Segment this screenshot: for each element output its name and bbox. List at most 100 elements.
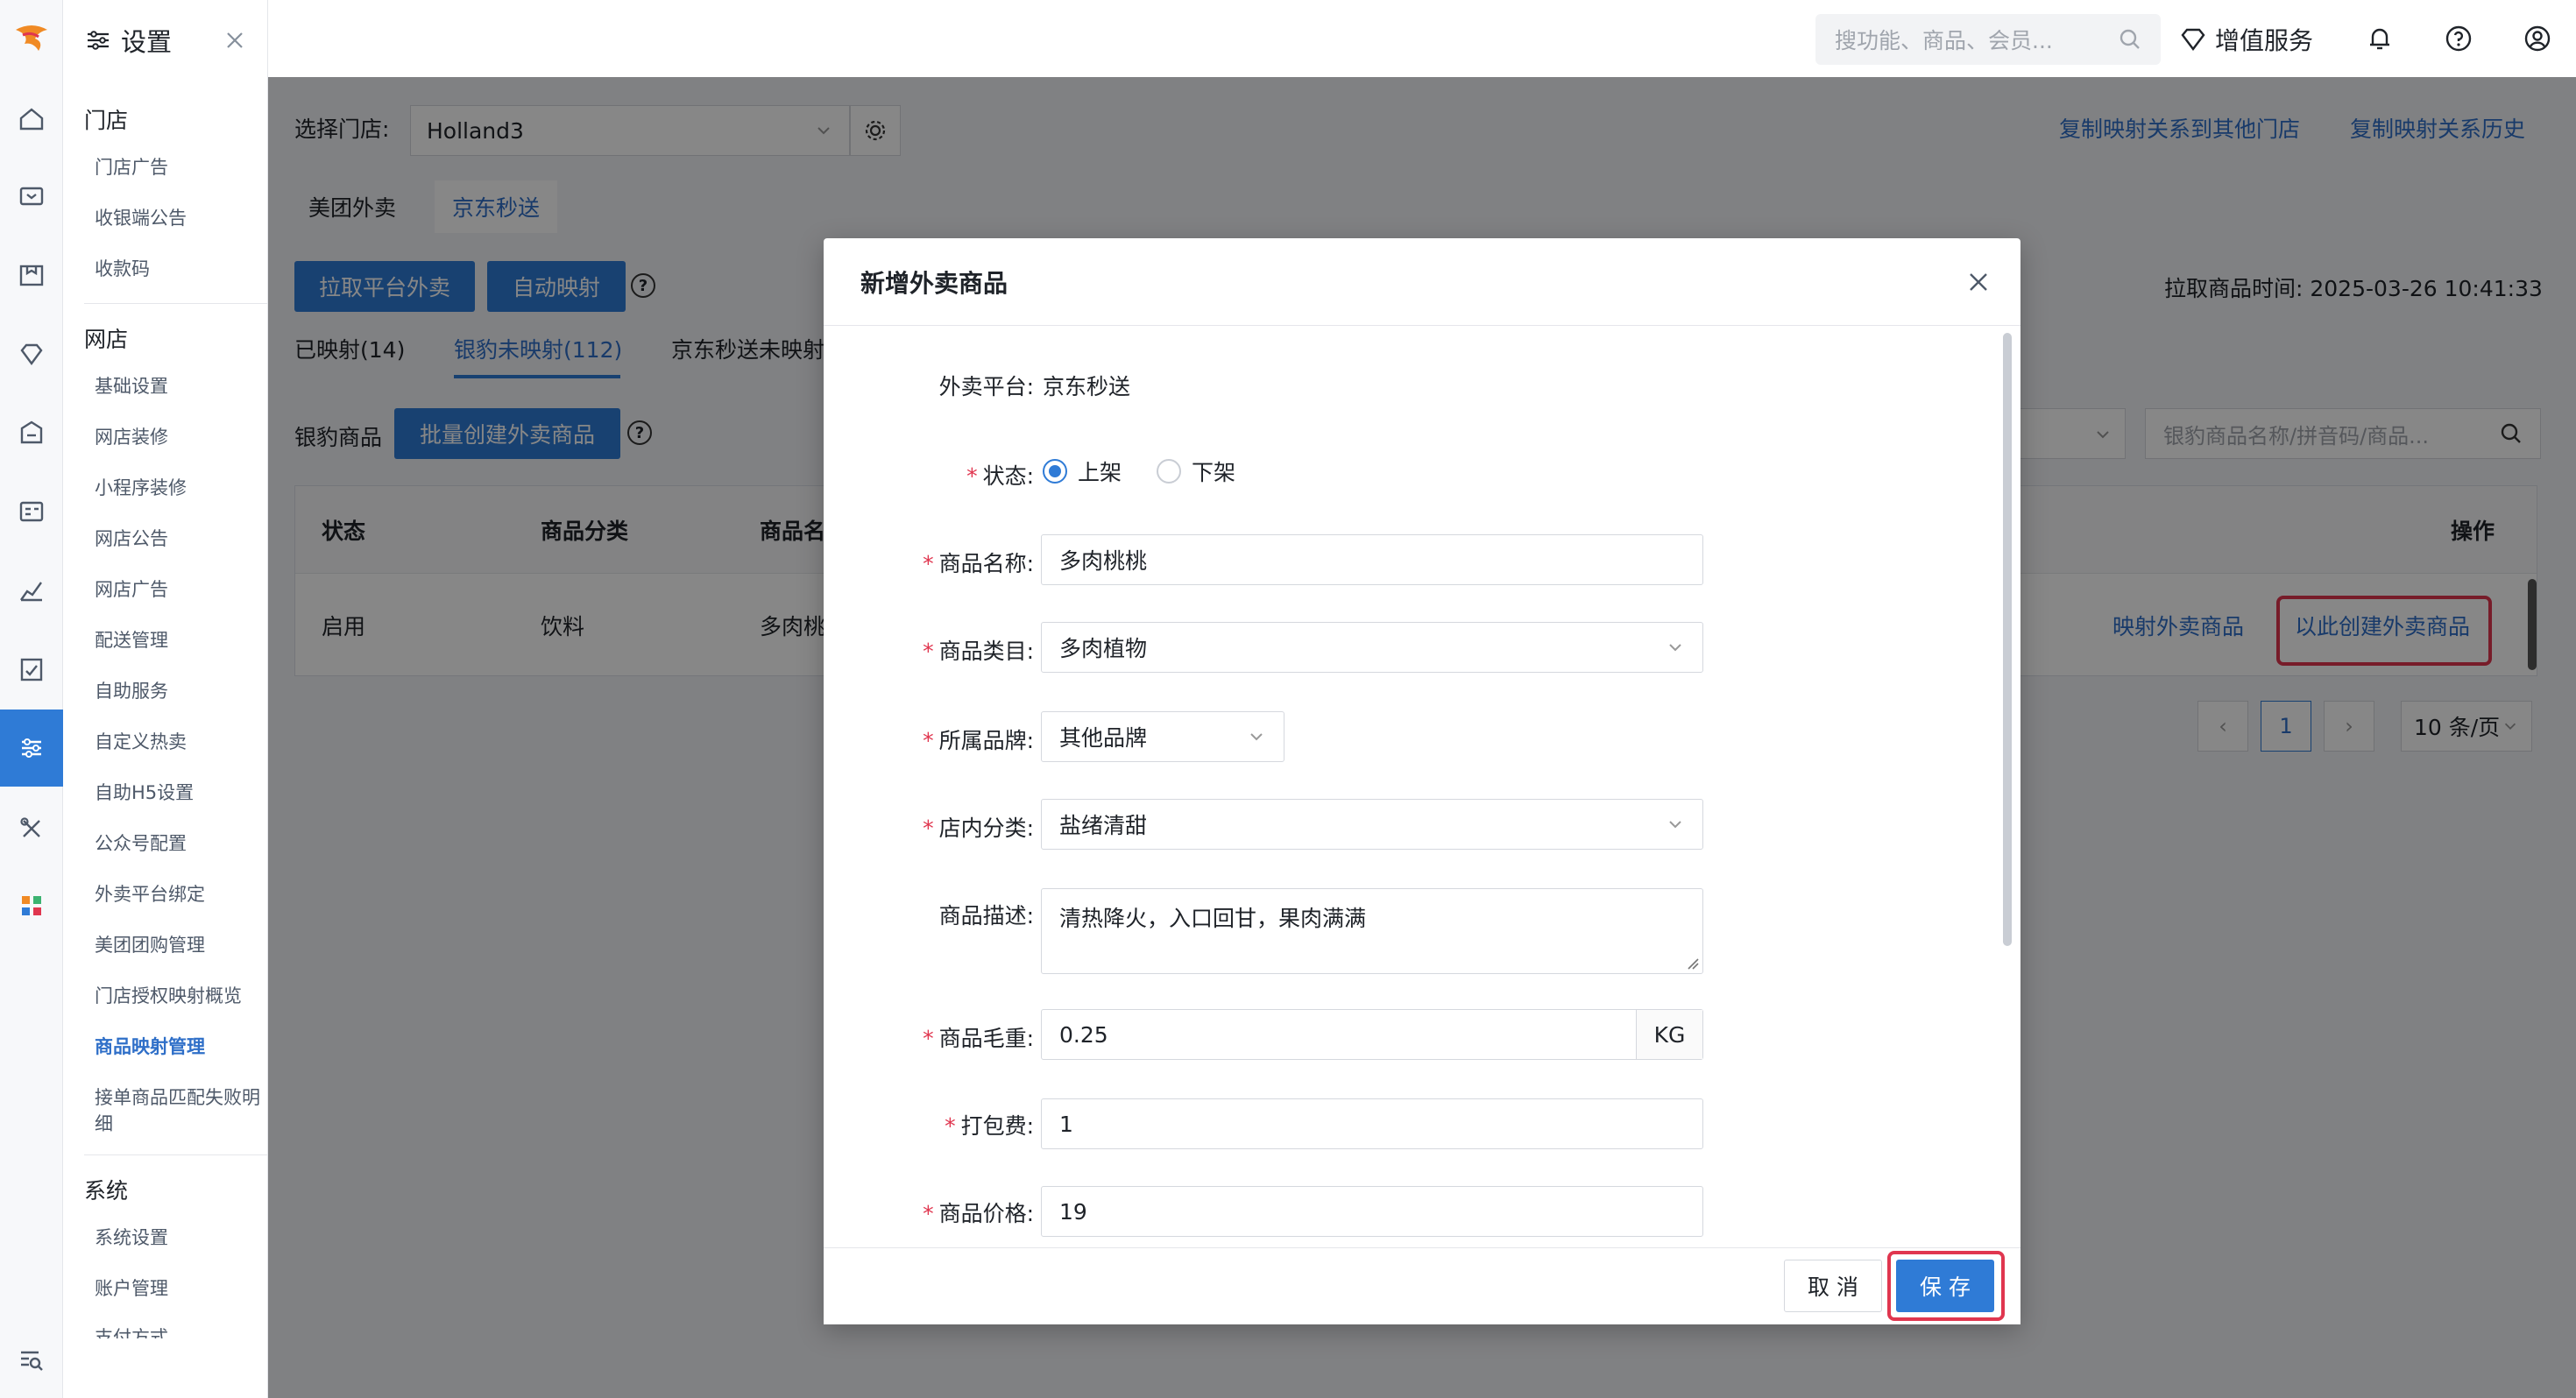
goods-desc-textarea[interactable]: 清热降火，入口回甘，果肉满满: [1041, 888, 1703, 974]
sidebar-item-payment-method[interactable]: 支付方式: [95, 1324, 261, 1338]
global-search-placeholder: 搜功能、商品、会员...: [1835, 28, 2053, 53]
status-option-on[interactable]: 上架: [1078, 455, 1122, 487]
pack-fee-label-text: 打包费:: [960, 1113, 1034, 1139]
weight-input[interactable]: 0.25 KG: [1041, 1009, 1703, 1060]
modal-scroll-thumb[interactable]: [2003, 333, 2012, 946]
sidebar-item-store-ad[interactable]: 门店广告: [95, 154, 261, 180]
sidebar-item-payment-code[interactable]: 收款码: [95, 256, 261, 282]
sidebar-item-delivery[interactable]: 配送管理: [95, 627, 261, 653]
sidebar-group-system: 系统: [84, 1178, 129, 1204]
goods-category-select[interactable]: 多肉植物: [1041, 622, 1703, 673]
category-label: * 商品类目:: [923, 639, 1034, 664]
sidebar-item-account[interactable]: 账户管理: [95, 1275, 261, 1302]
top-bar: 搜功能、商品、会员... 增值服务: [268, 0, 2576, 77]
vip-service-button[interactable]: 增值服务: [2178, 18, 2313, 61]
apps-icon[interactable]: [0, 879, 63, 932]
sidebar-item-cashier-notice[interactable]: 收银端公告: [95, 205, 261, 231]
sidebar-group-store: 门店: [84, 108, 129, 133]
report-icon[interactable]: [0, 564, 63, 617]
brand-value: 其他品牌: [1059, 725, 1148, 751]
sidebar-item-h5[interactable]: 自助H5设置: [95, 780, 261, 806]
desc-label: 商品描述:: [938, 903, 1034, 928]
platform-value: 京东秒送: [1043, 374, 1131, 399]
price-label-text: 商品价格:: [938, 1201, 1034, 1226]
status-option-off[interactable]: 下架: [1192, 455, 1235, 487]
weight-unit: KG: [1636, 1010, 1702, 1059]
cashier-icon[interactable]: [0, 170, 63, 222]
status-radio-on[interactable]: [1043, 459, 1067, 484]
chevron-down-icon: [1669, 644, 1681, 652]
staff-icon[interactable]: [0, 485, 63, 538]
goods-desc-value: 清热降火，入口回甘，果肉满满: [1059, 906, 1367, 931]
home-icon[interactable]: [0, 93, 63, 145]
user-avatar-icon[interactable]: [2520, 21, 2555, 56]
add-takeout-goods-modal: 新增外卖商品 外卖平台: 京东秒送 * 状态: 上架 下架 * 商品名称: 多肉桃桃…: [824, 238, 2020, 1324]
modal-header: 新增外卖商品: [824, 238, 2020, 326]
sidebar-item-ad[interactable]: 网店广告: [95, 576, 261, 603]
settings-sidebar: 设置 门店 门店广告 收银端公告 收款码 网店 基础设置 网店装修 小程序装修 …: [63, 0, 268, 1398]
store-category-value: 盐绪清甜: [1059, 813, 1148, 838]
pack-fee-input[interactable]: 1: [1041, 1098, 1703, 1149]
diamond-icon: [2181, 28, 2205, 51]
status-label-text: 状态:: [982, 463, 1034, 489]
goods-category-value: 多肉植物: [1059, 636, 1148, 661]
sidebar-divider: [84, 1154, 267, 1155]
cancel-button[interactable]: 取 消: [1784, 1260, 1882, 1312]
status-label: * 状态:: [966, 463, 1034, 489]
name-label: * 商品名称:: [923, 551, 1034, 576]
save-button-highlight: [1887, 1251, 2005, 1321]
sidebar-item-basic[interactable]: 基础设置: [95, 373, 261, 399]
sidebar-close-icon[interactable]: [219, 25, 251, 56]
finance-icon[interactable]: [0, 643, 63, 695]
search-icon: [2120, 29, 2140, 49]
chevron-down-icon: [1669, 821, 1681, 829]
sidebar-item-system-settings[interactable]: 系统设置: [95, 1225, 261, 1251]
settings-sliders-icon: [88, 31, 109, 50]
pack-fee-value: 1: [1059, 1111, 1073, 1137]
menu-search-icon[interactable]: [0, 1333, 63, 1386]
sidebar-item-meituan-group[interactable]: 美团团购管理: [95, 932, 261, 958]
chevron-down-icon: [1250, 733, 1263, 741]
goods-name-value: 多肉桃桃: [1059, 548, 1148, 574]
weight-label-text: 商品毛重:: [938, 1026, 1034, 1051]
sidebar-item-match-fail[interactable]: 接单商品匹配失败明细: [95, 1084, 261, 1137]
sidebar-item-notice[interactable]: 网店公告: [95, 526, 261, 552]
sidebar-item-goods-mapping[interactable]: 商品映射管理: [95, 1034, 261, 1060]
price-input[interactable]: 19: [1041, 1186, 1703, 1237]
weight-label: * 商品毛重:: [923, 1026, 1034, 1051]
sidebar-item-self-service[interactable]: 自助服务: [95, 678, 261, 704]
sidebar-title: 设置: [121, 27, 173, 57]
sidebar-item-wechat[interactable]: 公众号配置: [95, 830, 261, 857]
goods-name-input[interactable]: 多肉桃桃: [1041, 534, 1703, 585]
sidebar-item-decor[interactable]: 网店装修: [95, 424, 261, 450]
price-value: 19: [1059, 1198, 1087, 1225]
category-label-text: 商品类目:: [938, 639, 1034, 664]
status-radio-off[interactable]: [1157, 459, 1182, 484]
store-category-select[interactable]: 盐绪清甜: [1041, 799, 1703, 850]
sidebar-item-hot-sale[interactable]: 自定义热卖: [95, 729, 261, 755]
marketing-icon[interactable]: [0, 406, 63, 459]
app-logo[interactable]: [9, 16, 54, 61]
settings-icon[interactable]: [0, 710, 63, 787]
sidebar-item-auth-overview[interactable]: 门店授权映射概览: [95, 983, 261, 1009]
close-icon[interactable]: [1961, 265, 1996, 300]
bell-icon[interactable]: [2362, 21, 2397, 56]
sidebar-item-platform-bind[interactable]: 外卖平台绑定: [95, 881, 261, 907]
brand-label-text: 所属品牌:: [938, 728, 1034, 753]
name-label-text: 商品名称:: [938, 551, 1034, 576]
member-icon[interactable]: [0, 328, 63, 380]
sidebar-item-miniapp[interactable]: 小程序装修: [95, 475, 261, 501]
platform-label: 外卖平台:: [938, 374, 1034, 399]
status-radio-group: 上架 下架: [1043, 455, 1235, 487]
help-icon[interactable]: [2441, 21, 2476, 56]
vip-service-label: 增值服务: [2215, 26, 2314, 55]
store-category-label: * 店内分类:: [923, 816, 1034, 841]
pack-fee-label: * 打包费:: [945, 1113, 1034, 1139]
global-search-input[interactable]: 搜功能、商品、会员...: [1815, 14, 2161, 65]
goods-icon[interactable]: [0, 249, 63, 301]
icon-rail: [0, 0, 63, 1398]
resize-handle-icon: [1688, 958, 1699, 970]
price-label: * 商品价格:: [923, 1201, 1034, 1226]
tools-icon[interactable]: [0, 802, 63, 855]
brand-select[interactable]: 其他品牌: [1041, 711, 1284, 762]
